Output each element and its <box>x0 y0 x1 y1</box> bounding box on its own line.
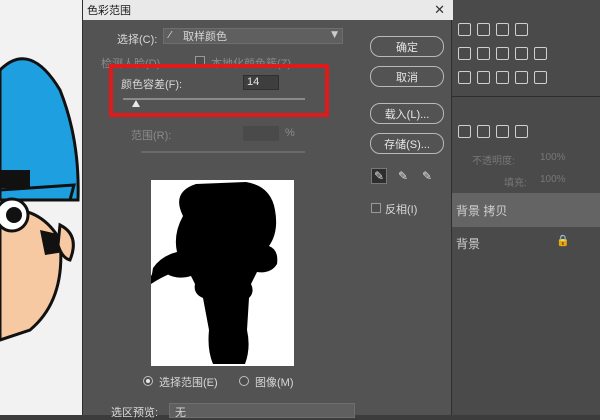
layer-background-copy[interactable]: 背景 拷贝 <box>452 193 600 227</box>
hue-icon[interactable] <box>458 46 471 60</box>
selective-color-icon[interactable] <box>534 70 547 84</box>
eyedropper-minus-icon[interactable]: ✎ <box>419 168 435 184</box>
invert-checkbox[interactable] <box>371 203 381 213</box>
opacity-value[interactable]: 100% <box>540 152 566 163</box>
select-value: 取样颜色 <box>183 30 227 43</box>
fill-value[interactable]: 100% <box>540 174 566 185</box>
invert-label: 反相(I) <box>385 204 418 216</box>
selection-preview-label: 选区预览: <box>111 407 159 419</box>
posterize-icon[interactable] <box>477 70 490 84</box>
adjust-filter-icon[interactable] <box>477 124 490 138</box>
threshold-icon[interactable] <box>496 70 509 84</box>
image-radio[interactable] <box>239 376 249 386</box>
range-label: 范围(R): <box>131 130 172 142</box>
dialog-title: 色彩范围 <box>87 5 131 17</box>
eyedropper-icon[interactable]: ✎ <box>371 168 387 184</box>
range-slider <box>141 151 305 153</box>
load-button[interactable]: 载入(L)... <box>370 103 444 124</box>
levels-icon[interactable] <box>477 22 490 36</box>
exposure-icon[interactable] <box>515 22 528 36</box>
dialog-titlebar: 色彩范围 ✕ <box>83 0 453 20</box>
brightness-icon[interactable] <box>458 22 471 36</box>
layer-name: 背景 <box>456 236 481 251</box>
adjustments-row-3 <box>452 66 600 88</box>
save-button[interactable]: 存储(S)... <box>370 133 444 154</box>
selection-radio-label: 选择范围(E) <box>159 377 218 389</box>
right-panels: 不透明度: 100% 填充: 100% 背景 拷贝 背景 🔒 <box>452 0 600 415</box>
opacity-label: 不透明度: <box>472 156 515 167</box>
channel-mixer-icon[interactable] <box>534 46 547 60</box>
shape-filter-icon[interactable] <box>515 124 528 138</box>
photo-filter-icon[interactable] <box>515 46 528 60</box>
panel-divider <box>452 96 600 97</box>
cartoon-artwork <box>0 57 80 342</box>
select-label: 选择(C): <box>117 34 158 46</box>
lock-icon: 🔒 <box>556 235 570 247</box>
layer-filter-row <box>452 120 600 142</box>
gradient-map-icon[interactable] <box>515 70 528 84</box>
curves-icon[interactable] <box>496 22 509 36</box>
fill-label: 填充: <box>504 178 527 189</box>
black-white-icon[interactable] <box>496 46 509 60</box>
color-balance-icon[interactable] <box>477 46 490 60</box>
eyedropper-plus-icon[interactable]: ✎ <box>395 168 411 184</box>
invert-icon[interactable] <box>458 70 471 84</box>
type-filter-icon[interactable] <box>496 124 509 138</box>
close-icon[interactable]: ✕ <box>434 2 445 18</box>
selection-preview-select[interactable]: 无 <box>169 403 355 419</box>
document-canvas[interactable] <box>0 0 82 415</box>
eyedropper-tools: ✎ ✎ ✎ <box>371 168 435 184</box>
range-unit: % <box>285 127 295 139</box>
ok-button[interactable]: 确定 <box>370 36 444 57</box>
layer-name: 背景 拷贝 <box>456 203 508 218</box>
cancel-button[interactable]: 取消 <box>370 66 444 87</box>
selection-preview-image <box>151 180 294 366</box>
adjustments-row-1 <box>452 18 600 40</box>
eyedropper-icon: ⁄ <box>169 30 171 41</box>
selection-radio[interactable] <box>143 376 153 386</box>
red-highlight-box <box>109 64 329 117</box>
adjustments-row-2 <box>452 42 600 64</box>
chevron-down-icon: ▼ <box>331 30 338 40</box>
range-input <box>243 126 279 141</box>
selection-preview-value: 无 <box>175 406 186 419</box>
select-dropdown[interactable]: ⁄ 取样颜色 ▼ <box>163 28 343 44</box>
pixel-filter-icon[interactable] <box>458 124 471 138</box>
layer-background[interactable]: 背景 🔒 <box>452 226 600 260</box>
image-radio-label: 图像(M) <box>255 377 294 389</box>
color-range-dialog: 色彩范围 ✕ 选择(C): ⁄ 取样颜色 ▼ 检测人脸(D) 本地化颜色簇(Z)… <box>82 0 453 419</box>
